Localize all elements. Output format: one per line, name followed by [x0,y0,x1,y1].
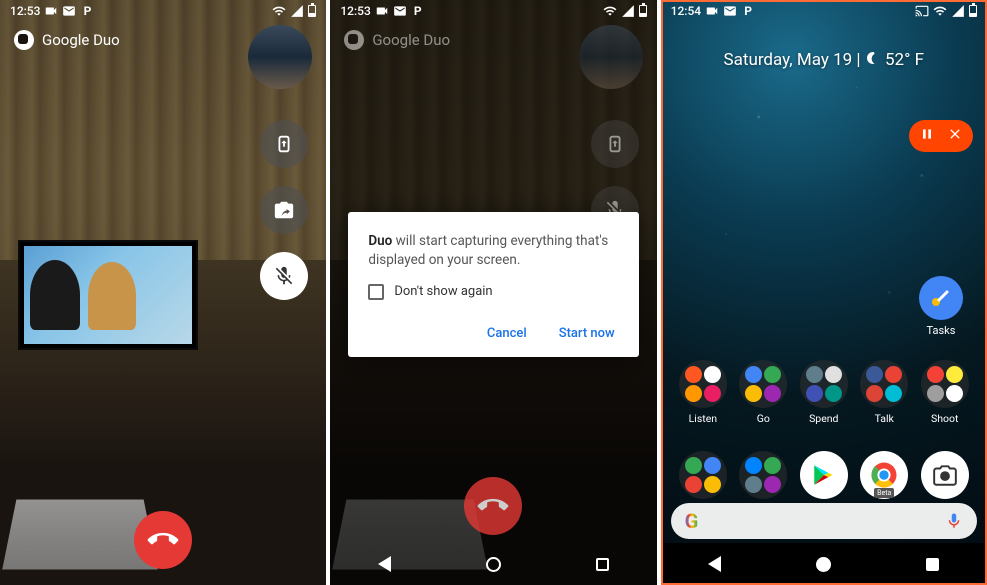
voice-search-icon[interactable] [945,512,963,530]
screenshot-panel-1: 12:53 P Google Duo [0,0,326,585]
app-title: Google Duo [344,30,450,50]
stop-recording-button[interactable] [947,126,963,146]
wifi-icon [272,4,286,18]
nav-home-button[interactable] [816,557,831,572]
checkbox-icon[interactable] [368,284,384,300]
dock-folder-1[interactable] [679,451,727,499]
folder-label: Shoot [919,412,971,425]
self-video-preview[interactable] [579,25,643,89]
duo-logo-icon [344,30,364,50]
pause-recording-button[interactable] [919,126,935,146]
cancel-button[interactable]: Cancel [483,320,531,347]
status-clock: 12:54 [671,4,701,18]
folder-label: Go [737,412,789,425]
app-title: Google Duo [14,30,120,50]
app-title-text: Google Duo [42,31,120,49]
folder-go[interactable]: Go [737,360,789,425]
dock-folder-2[interactable] [739,451,787,499]
self-video-preview[interactable] [248,25,312,89]
cell-signal-icon [951,4,965,18]
checkbox-label: Don't show again [394,284,492,299]
videocam-icon [375,4,389,18]
play-store-app[interactable] [800,451,848,499]
dock: Beta [661,451,987,499]
chrome-app[interactable]: Beta [860,451,908,499]
start-now-button[interactable]: Start now [555,320,619,347]
dialog-message: Duo will start capturing everything that… [368,232,618,270]
temperature-text: 52° F [885,50,924,70]
mute-mic-button[interactable] [260,252,308,300]
flip-camera-button[interactable] [260,186,308,234]
folder-label: Talk [858,412,910,425]
duo-logo-icon [14,30,34,50]
camera-app[interactable] [921,451,969,499]
screenshot-panel-2: 12:53 P Google Duo Duo will start captur… [330,0,656,585]
app-title-text: Google Duo [372,31,450,49]
tasks-app[interactable]: Tasks [915,276,967,337]
screen-share-button[interactable] [260,120,308,168]
google-g-icon: G [685,509,699,533]
p-icon: P [411,4,425,18]
p-icon: P [80,4,94,18]
status-clock: 12:53 [10,4,40,18]
status-bar: 12:54 P [661,0,987,22]
nav-back-button[interactable] [708,556,721,572]
screen-capture-dialog: Duo will start capturing everything that… [348,212,638,357]
cell-signal-icon [621,4,635,18]
folder-listen[interactable]: Listen [677,360,729,425]
gmail-icon [723,4,737,18]
folder-shoot[interactable]: Shoot [919,360,971,425]
gmail-icon [62,4,76,18]
end-call-button[interactable] [134,511,192,569]
tasks-icon [919,276,963,320]
cell-signal-icon [290,4,304,18]
screen-share-button[interactable] [591,120,639,168]
cast-icon [915,4,929,18]
status-bar: 12:53 P [330,0,656,22]
system-nav-bar [330,543,656,585]
screenshot-panel-3: 12:54 P Saturday, May 19 | 52° F Tasks L… [661,0,987,585]
gmail-icon [393,4,407,18]
tasks-label: Tasks [915,324,967,337]
nav-recent-button[interactable] [596,558,609,571]
battery-icon [639,5,647,17]
nav-home-button[interactable] [486,557,501,572]
battery-icon [969,5,977,17]
folder-talk[interactable]: Talk [858,360,910,425]
nav-back-button[interactable] [378,556,391,572]
wifi-icon [603,4,617,18]
status-bar: 12:53 P [0,0,326,22]
call-side-actions [260,120,308,300]
tv-in-view [18,240,198,350]
end-call-button[interactable] [464,477,522,535]
wifi-icon [933,4,947,18]
folder-label: Listen [677,412,729,425]
date-weather-widget[interactable]: Saturday, May 19 | 52° F [661,50,987,71]
home-folder-row: Listen Go Spend Talk Shoot [661,360,987,425]
battery-icon [308,5,316,17]
weather-moon-icon [865,50,881,71]
p-icon: P [741,4,755,18]
nav-recent-button[interactable] [926,558,939,571]
videocam-icon [44,4,58,18]
dont-show-again-row[interactable]: Don't show again [368,284,618,300]
recording-controls [909,120,973,152]
status-clock: 12:53 [340,4,370,18]
videocam-icon [705,4,719,18]
folder-label: Spend [798,412,850,425]
date-text: Saturday, May 19 [724,50,853,70]
folder-spend[interactable]: Spend [798,360,850,425]
system-nav-bar [661,543,987,585]
google-search-bar[interactable]: G [671,503,977,539]
